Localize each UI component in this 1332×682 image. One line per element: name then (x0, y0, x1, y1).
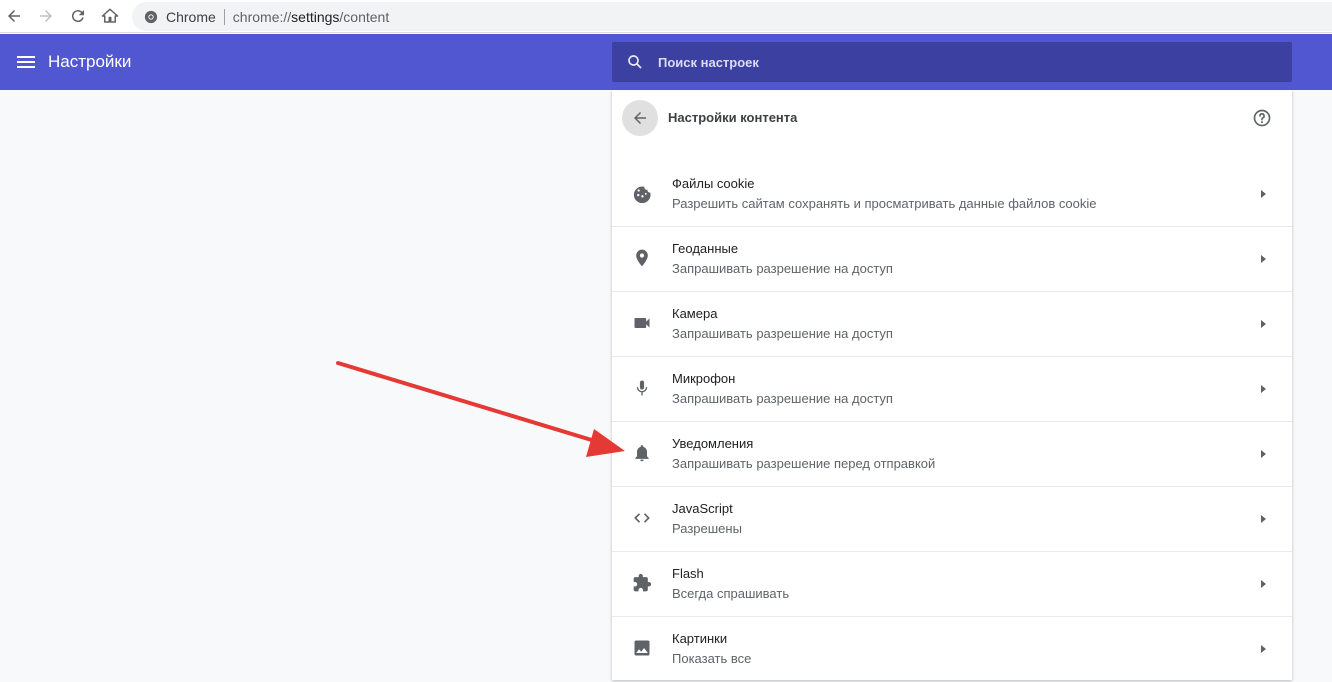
item-title: Уведомления (672, 436, 754, 451)
item-subtitle: Показать все (672, 651, 752, 666)
list-item-notifications[interactable]: Уведомления Запрашивать разрешение перед… (612, 422, 1292, 487)
location-icon (632, 248, 652, 268)
home-icon[interactable] (98, 4, 122, 28)
content-settings-list: Файлы cookie Разрешить сайтам сохранять … (612, 162, 1292, 682)
settings-search[interactable] (612, 42, 1292, 82)
help-icon[interactable] (1252, 108, 1272, 128)
item-title: JavaScript (672, 501, 733, 516)
search-input[interactable] (658, 54, 1218, 70)
item-subtitle: Запрашивать разрешение на доступ (672, 326, 893, 341)
camera-icon (632, 313, 652, 333)
list-item-microphone[interactable]: Микрофон Запрашивать разрешение на досту… (612, 357, 1292, 422)
chevron-right-icon (1258, 578, 1268, 590)
chevron-right-icon (1258, 643, 1268, 655)
item-subtitle: Разрешить сайтам сохранять и просматрива… (672, 196, 1097, 211)
annotation-arrow (336, 361, 625, 457)
back-button[interactable] (622, 100, 658, 136)
forward-arrow-icon[interactable] (34, 4, 58, 28)
subpage-title: Настройки контента (668, 110, 798, 125)
omnibox-separator (223, 8, 225, 25)
item-title: Файлы cookie (672, 176, 755, 191)
item-subtitle: Разрешены (672, 521, 742, 536)
puzzle-icon (632, 573, 652, 593)
url-text: chrome://settings/content (232, 8, 390, 25)
list-item-location[interactable]: Геоданные Запрашивать разрешение на дост… (612, 227, 1292, 292)
reload-icon[interactable] (66, 4, 90, 28)
list-item-javascript[interactable]: JavaScript Разрешены (612, 487, 1292, 552)
address-bar[interactable]: Chrome chrome://settings/content (132, 2, 1332, 31)
item-subtitle: Всегда спрашивать (672, 586, 790, 601)
settings-header: Настройки (0, 34, 1332, 90)
page-title: Настройки (48, 52, 132, 71)
item-title: Микрофон (672, 371, 736, 386)
chevron-right-icon (1258, 318, 1268, 330)
chrome-logo-icon (144, 10, 158, 24)
item-title: Камера (672, 306, 718, 321)
back-arrow-icon[interactable] (2, 4, 26, 28)
microphone-icon (632, 378, 652, 398)
cookie-icon (632, 183, 652, 203)
search-icon (626, 53, 644, 71)
item-title: Картинки (672, 631, 728, 646)
chevron-right-icon (1258, 253, 1268, 265)
bell-icon (632, 443, 652, 463)
item-subtitle: Запрашивать разрешение на доступ (672, 261, 893, 276)
arrow-back-icon (634, 112, 646, 124)
browser-toolbar: Chrome chrome://settings/content (0, 0, 1332, 33)
site-name: Chrome (166, 8, 216, 25)
list-item-camera[interactable]: Камера Запрашивать разрешение на доступ (612, 292, 1292, 357)
subpage-header: Настройки контента (612, 90, 1292, 146)
item-title: Flash (672, 566, 704, 581)
list-item-cookies[interactable]: Файлы cookie Разрешить сайтам сохранять … (612, 162, 1292, 227)
code-icon (632, 508, 652, 528)
chevron-right-icon (1258, 188, 1268, 200)
image-icon (632, 638, 652, 658)
chevron-right-icon (1258, 383, 1268, 395)
item-title: Геоданные (672, 241, 739, 256)
list-item-flash[interactable]: Flash Всегда спрашивать (612, 552, 1292, 617)
content-settings-card: Настройки контента Файлы cookie Разрешит… (612, 90, 1292, 680)
list-item-images[interactable]: Картинки Показать все (612, 617, 1292, 682)
hamburger-menu-icon[interactable] (14, 50, 38, 74)
chevron-right-icon (1258, 448, 1268, 460)
chevron-right-icon (1258, 513, 1268, 525)
item-subtitle: Запрашивать разрешение перед отправкой (672, 456, 936, 471)
item-subtitle: Запрашивать разрешение на доступ (672, 391, 893, 406)
